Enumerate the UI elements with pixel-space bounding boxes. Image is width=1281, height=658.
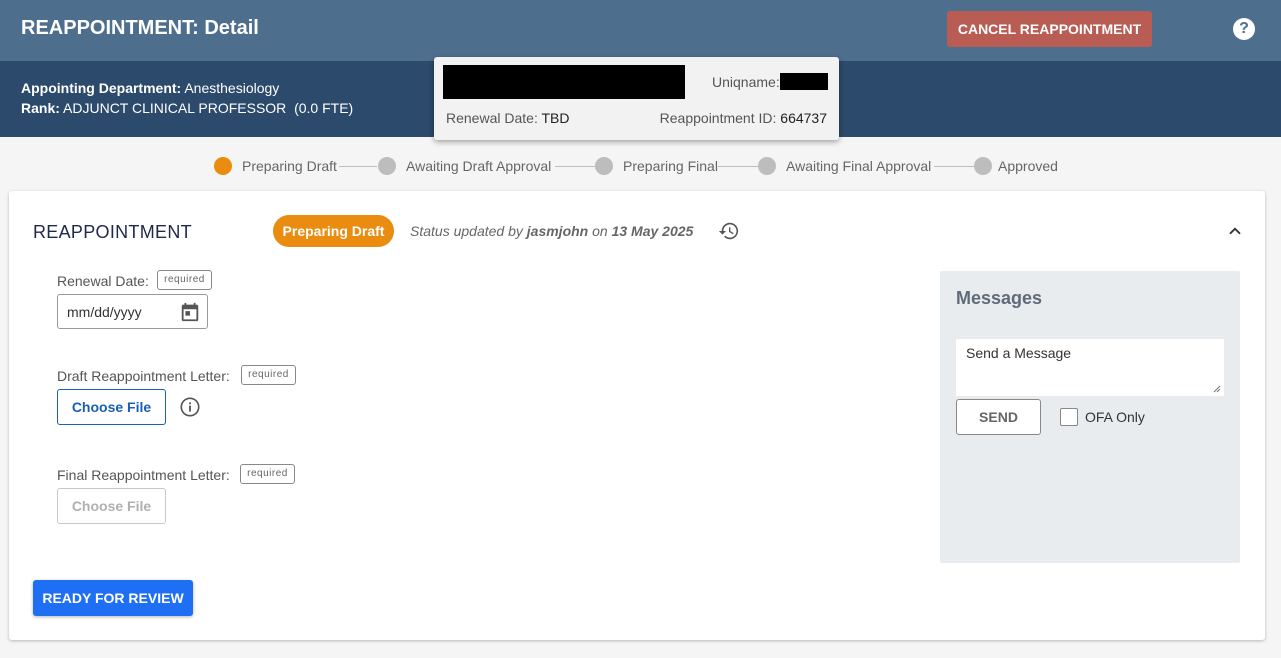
reappointment-id-value: 664737 xyxy=(780,110,827,126)
final-letter-label: Final Reappointment Letter: xyxy=(57,467,230,483)
page-title: REAPPOINTMENT: Detail xyxy=(21,17,259,39)
required-badge: required xyxy=(240,464,295,484)
chevron-up-icon[interactable] xyxy=(1226,222,1244,240)
renewal-date-label: Renewal Date: xyxy=(57,273,149,289)
popover-renewal-value: TBD xyxy=(541,110,570,126)
step-dot-preparing-final xyxy=(595,157,613,175)
status-user: jasmjohn xyxy=(526,223,589,239)
popover-renewal-label: Renewal Date: xyxy=(446,110,538,126)
redacted-uniqname xyxy=(780,73,828,90)
cancel-reappointment-button[interactable]: CANCEL REAPPOINTMENT xyxy=(947,11,1152,47)
employee-summary-popover: Uniqname: Renewal Date: TBD Reappointmen… xyxy=(434,57,839,140)
messages-title: Messages xyxy=(956,288,1043,308)
history-icon[interactable] xyxy=(718,220,740,242)
department-value: Anesthesiology xyxy=(184,80,280,96)
step-connector xyxy=(934,166,974,167)
redacted-name xyxy=(443,65,685,99)
required-badge: required xyxy=(157,270,212,290)
step-dot-awaiting-final-approval xyxy=(758,157,776,175)
calendar-icon[interactable] xyxy=(179,301,201,323)
ofa-only-label: OFA Only xyxy=(1085,409,1145,425)
reappointment-card: REAPPOINTMENT Preparing Draft Status upd… xyxy=(9,191,1265,640)
rank-label: Rank: xyxy=(21,100,60,116)
step-connector xyxy=(718,166,758,167)
send-message-button[interactable]: SEND xyxy=(956,399,1041,435)
popover-renewal-date: Renewal Date: TBD xyxy=(446,110,569,126)
status-prefix: Status updated by xyxy=(410,223,523,239)
date-placeholder: mm/dd/yyyy xyxy=(67,304,142,320)
step-dot-approved xyxy=(974,157,992,175)
progress-stepper: Preparing Draft Awaiting Draft Approval … xyxy=(0,152,1281,180)
draft-letter-choose-file-button[interactable]: Choose File xyxy=(57,389,166,425)
resize-grip-icon[interactable] xyxy=(1213,385,1221,393)
status-badge: Preparing Draft xyxy=(273,215,394,247)
help-icon[interactable]: ? xyxy=(1233,18,1255,40)
message-textarea[interactable]: Send a Message xyxy=(956,339,1224,396)
step-label-awaiting-draft-approval: Awaiting Draft Approval xyxy=(406,158,552,174)
step-connector xyxy=(339,166,377,167)
step-label-approved: Approved xyxy=(998,158,1058,174)
status-updated-text: Status updated by jasmjohn on 13 May 202… xyxy=(410,223,693,239)
step-connector xyxy=(555,166,595,167)
popover-reappointment-id: Reappointment ID: 664737 xyxy=(660,110,827,126)
draft-letter-label: Draft Reappointment Letter: xyxy=(57,368,230,384)
renewal-date-input[interactable]: mm/dd/yyyy xyxy=(57,294,208,329)
messages-panel: Messages Send a Message SEND OFA Only xyxy=(940,271,1240,563)
rank-value: ADJUNCT CLINICAL PROFESSOR (0.0 FTE) xyxy=(63,100,354,116)
ready-for-review-button[interactable]: READY FOR REVIEW xyxy=(33,580,193,616)
status-date: 13 May 2025 xyxy=(611,223,694,239)
ofa-only-checkbox[interactable] xyxy=(1060,408,1078,426)
step-dot-preparing-draft xyxy=(214,157,232,175)
uniqname-label: Uniqname: xyxy=(712,74,780,90)
required-badge: required xyxy=(241,365,296,385)
info-icon[interactable] xyxy=(179,396,201,418)
department-line: Appointing Department: Anesthesiology xyxy=(21,80,279,96)
step-dot-awaiting-draft-approval xyxy=(378,157,396,175)
department-label: Appointing Department: xyxy=(21,80,182,96)
step-label-preparing-final: Preparing Final xyxy=(623,158,718,174)
step-label-preparing-draft: Preparing Draft xyxy=(242,158,337,174)
reappointment-id-label: Reappointment ID: xyxy=(659,110,777,126)
step-label-awaiting-final-approval: Awaiting Final Approval xyxy=(786,158,932,174)
status-on: on xyxy=(592,223,608,239)
rank-line: Rank: ADJUNCT CLINICAL PROFESSOR (0.0 FT… xyxy=(21,100,353,116)
header-bar: REAPPOINTMENT: Detail CANCEL REAPPOINTME… xyxy=(0,0,1281,61)
message-placeholder: Send a Message xyxy=(966,345,1072,361)
final-letter-choose-file-button: Choose File xyxy=(57,488,166,524)
card-title: REAPPOINTMENT xyxy=(33,222,192,242)
